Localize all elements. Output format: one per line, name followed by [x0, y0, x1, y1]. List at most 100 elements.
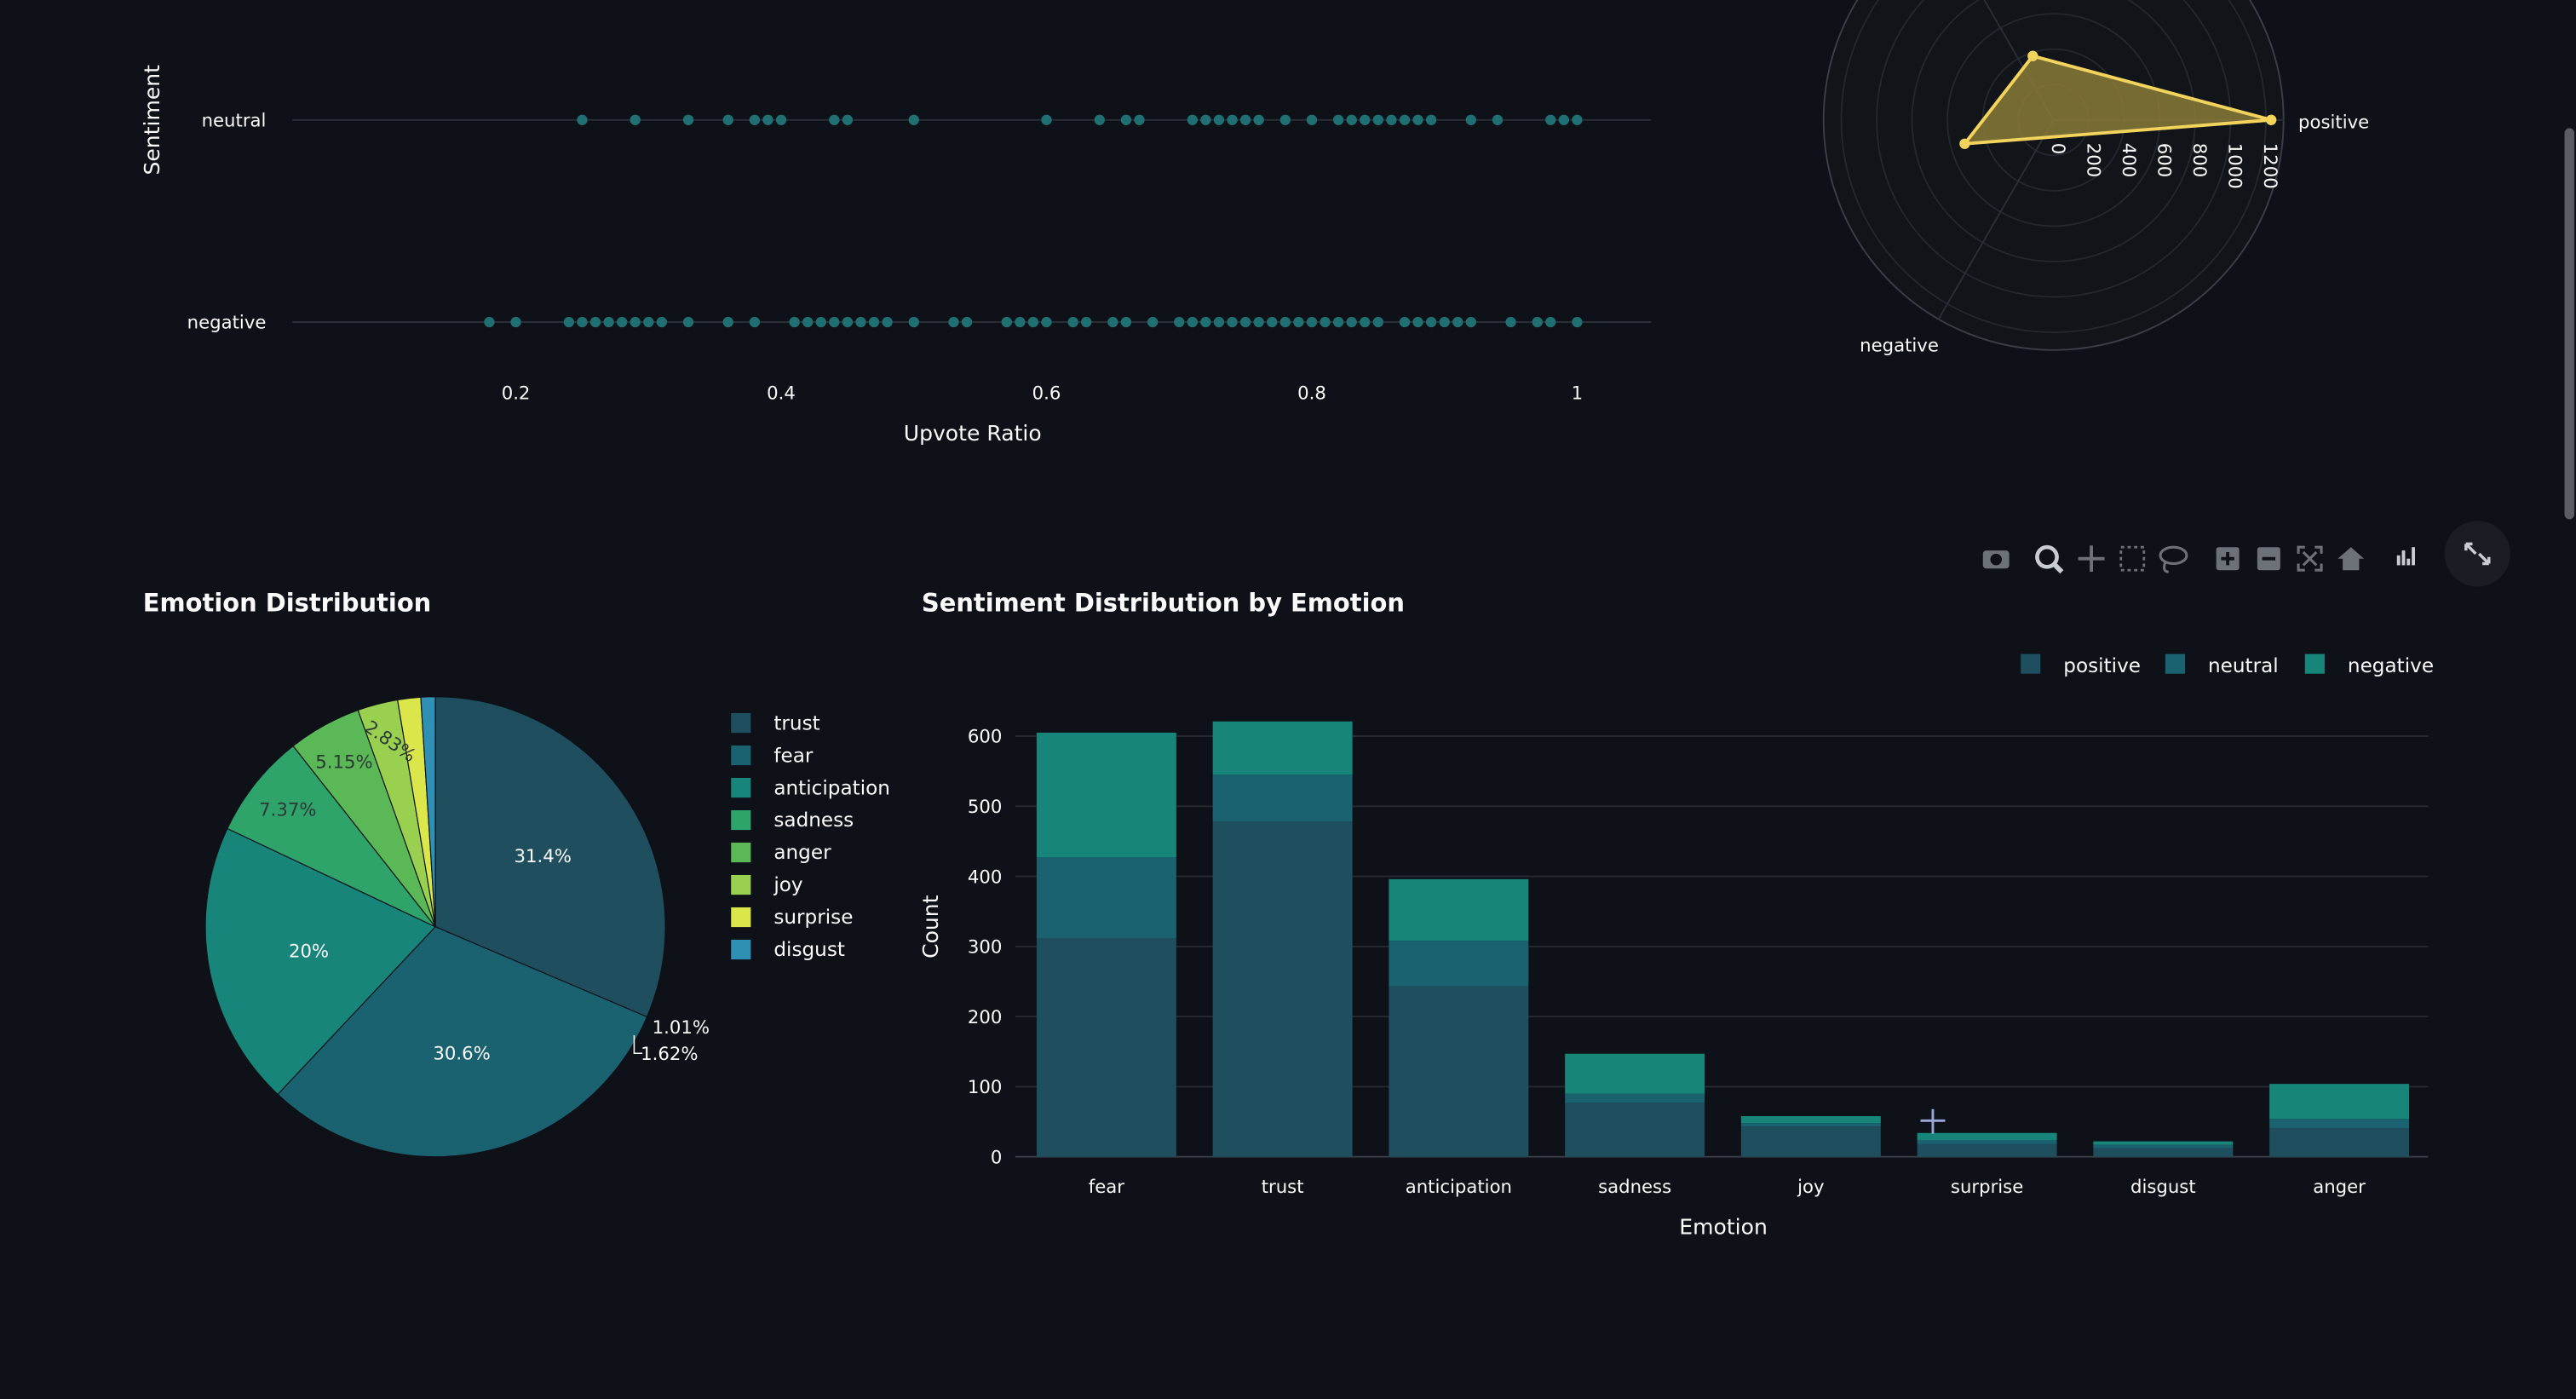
- strip-point-negative: [802, 316, 814, 328]
- strip-point-negative: [1293, 316, 1304, 328]
- bar-y-ticks: 0 100 200 300 400 500 600: [968, 727, 1002, 1169]
- pie-legend-label: fear: [773, 745, 814, 767]
- emotion-pie-chart[interactable]: 31.4%30.6%20%7.37%5.15%2.83%1.62%1.01% t…: [204, 696, 890, 1158]
- autoscale-icon[interactable]: [2297, 545, 2323, 572]
- strip-point-negative: [1067, 316, 1078, 328]
- bar-segment-disgust-neutral: [2093, 1144, 2234, 1149]
- strip-point-neutral: [1492, 114, 1504, 125]
- strip-point-neutral: [1572, 114, 1583, 125]
- plotly-logo-bar: [2406, 558, 2411, 566]
- pie-slice-label: 5.15%: [315, 752, 372, 774]
- chart-modebar: [1982, 544, 2415, 574]
- strip-point-neutral: [1425, 114, 1437, 125]
- pie-legend-label: trust: [773, 712, 819, 734]
- bar-y-tick-label: 100: [968, 1077, 1002, 1098]
- bar-legend: positive neutral negative: [2021, 653, 2434, 677]
- pie-legend-swatch-joy: [731, 874, 751, 895]
- strip-point-neutral: [1120, 114, 1132, 125]
- strip-point-negative: [1147, 316, 1159, 328]
- radar-tick-label: 1200: [2259, 143, 2280, 189]
- strip-point-negative: [789, 316, 800, 328]
- bar-segment-joy-neutral: [1740, 1123, 1881, 1127]
- strip-point-neutral: [1306, 114, 1318, 125]
- strip-point-negative: [484, 316, 495, 328]
- strip-point-negative: [1320, 316, 1331, 328]
- bar-x-tick-label: anger: [2313, 1177, 2366, 1198]
- zoom-in-icon[interactable]: [2216, 547, 2240, 571]
- bar-segment-joy-positive: [1740, 1126, 1881, 1157]
- strip-point-negative: [749, 316, 761, 328]
- camera-icon[interactable]: [1982, 550, 2010, 569]
- strip-y-axis-title: Sentiment: [140, 65, 164, 176]
- strip-point-negative: [656, 316, 668, 328]
- strip-point-neutral: [1213, 114, 1225, 125]
- bar-x-axis-title: Emotion: [1679, 1214, 1768, 1239]
- reset-icon[interactable]: [2337, 547, 2365, 571]
- strip-point-negative: [1439, 316, 1450, 328]
- sentiment-radar-chart[interactable]: 0 200 400 600 800 1000 1200 positive negative: [1822, 0, 2370, 357]
- plotly-logo-icon[interactable]: [2396, 547, 2415, 566]
- pie-legend-label: surprise: [773, 907, 853, 929]
- zoom-icon[interactable]: [2035, 544, 2064, 574]
- strip-point-neutral: [1332, 114, 1344, 125]
- bar-legend-swatch-neutral: [2165, 653, 2185, 674]
- strip-point-negative: [1372, 316, 1384, 328]
- strip-point-neutral: [749, 114, 761, 125]
- upvote-strip-plot[interactable]: neutralnegative 0.2 0.4 0.6 0.8 1 Sentiment …: [140, 65, 1652, 446]
- fullscreen-button[interactable]: [2444, 521, 2510, 587]
- lasso-icon[interactable]: [2159, 545, 2188, 573]
- box-select-rect: [2119, 545, 2146, 572]
- bar-legend-label: positive: [2063, 655, 2141, 677]
- pie-legend-swatch-trust: [731, 712, 751, 734]
- radar-tick-label: 800: [2188, 143, 2210, 177]
- radar-point: [1959, 138, 1970, 149]
- strip-x-tick-label: 0.2: [502, 383, 531, 405]
- strip-point-neutral: [1239, 114, 1251, 125]
- bar-y-tick-label: 500: [968, 797, 1002, 818]
- radar-tick-label: 600: [2153, 143, 2174, 177]
- strip-gridlines: [292, 118, 1652, 323]
- bar-x-tick-label: anticipation: [1406, 1177, 1512, 1198]
- sentiment-bar-chart[interactable]: fear trust anticipation sadness joy surprise d…: [918, 653, 2434, 1240]
- strip-point-negative: [882, 316, 893, 328]
- pan-icon[interactable]: [2078, 545, 2105, 573]
- box-select-icon[interactable]: [2119, 545, 2146, 572]
- strip-point-negative: [908, 316, 919, 328]
- zoom-out-icon[interactable]: [2257, 547, 2280, 571]
- strip-point-neutral: [1545, 114, 1556, 125]
- pie-legend-label: joy: [773, 874, 802, 896]
- strip-point-negative: [1015, 316, 1026, 328]
- strip-point-neutral: [722, 114, 733, 125]
- strip-point-negative: [1412, 316, 1423, 328]
- strip-point-negative: [815, 316, 826, 328]
- bar-segment-trust-positive: [1212, 821, 1353, 1157]
- strip-point-negative: [842, 316, 854, 328]
- strip-point-negative: [1332, 316, 1344, 328]
- bar-chart-title: Sentiment Distribution by Emotion: [922, 588, 1405, 617]
- bar-y-tick-label: 600: [968, 727, 1002, 748]
- camera-lens: [1990, 553, 2002, 566]
- strip-point-negative: [577, 316, 588, 328]
- strip-point-negative: [1174, 316, 1185, 328]
- strip-point-negative: [1227, 316, 1238, 328]
- radar-point: [2266, 114, 2277, 125]
- radar-tick-label: 200: [2082, 143, 2103, 177]
- strip-point-negative: [868, 316, 880, 328]
- bar-legend-swatch-negative: [2304, 653, 2325, 674]
- strip-point-neutral: [1094, 114, 1105, 125]
- strip-category-label: neutral: [202, 110, 267, 131]
- strip-point-neutral: [1227, 114, 1238, 125]
- bar-segment-trust-negative: [1212, 721, 1353, 775]
- radar-grid: [1822, 0, 2285, 351]
- bar-segment-anticipation-neutral: [1389, 941, 1529, 987]
- pie-legend-swatch-fear: [731, 745, 751, 766]
- home-shape: [2337, 547, 2365, 571]
- strip-point-negative: [1279, 316, 1291, 328]
- pie-legend-swatch-anticipation: [731, 777, 751, 798]
- strip-point-negative: [1107, 316, 1118, 328]
- zoom-handle: [2051, 561, 2064, 574]
- page-scrollbar-thumb[interactable]: [2564, 128, 2575, 520]
- strip-point-negative: [643, 316, 654, 328]
- strip-point-neutral: [577, 114, 588, 125]
- pie-legend-label: disgust: [773, 939, 845, 961]
